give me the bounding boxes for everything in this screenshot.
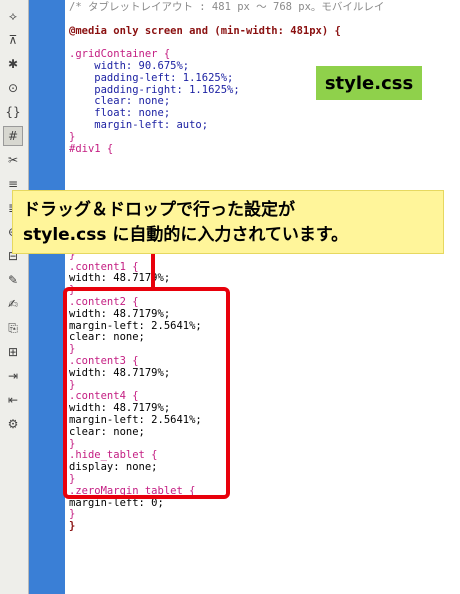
wrap-tag-icon[interactable]: ✍ bbox=[3, 294, 23, 314]
code-line[interactable]: 131} bbox=[65, 509, 460, 521]
file-name-label: style.css bbox=[316, 66, 422, 100]
code-text: margin-left: 0; bbox=[69, 496, 164, 509]
code-text: #div1 { bbox=[69, 142, 114, 155]
line-numbers-icon[interactable]: # bbox=[3, 126, 23, 146]
code-text: /* タブレットレイアウト : 481 px ～ 768 px。モバイルレイ bbox=[69, 1, 385, 13]
select-parent-icon[interactable]: ⊙ bbox=[3, 78, 23, 98]
line-number-gutter bbox=[29, 0, 65, 594]
collapse-icon[interactable]: ⊼ bbox=[3, 30, 23, 50]
code-text: @media only screen and (min-width: 481px… bbox=[69, 24, 341, 37]
code-line[interactable]: 98 margin-left: auto; bbox=[65, 119, 460, 132]
code-line[interactable]: 130margin-left: 0; bbox=[65, 496, 460, 510]
collapse-all-icon[interactable]: ✱ bbox=[3, 54, 23, 74]
code-line[interactable]: 100#div1 { bbox=[65, 142, 460, 156]
code-text: margin-left: auto; bbox=[69, 119, 209, 131]
expand-icon[interactable]: ⟡ bbox=[3, 6, 23, 26]
code-line[interactable]: 111width: 48.7179%; bbox=[65, 273, 460, 285]
code-line[interactable]: 102 bbox=[65, 167, 460, 179]
balance-braces-icon[interactable]: {} bbox=[3, 102, 23, 122]
callout-line-2: style.css に自動的に入力されています。 bbox=[23, 225, 349, 245]
callout-connector bbox=[151, 254, 155, 288]
move-css-icon[interactable]: ⊞ bbox=[3, 342, 23, 362]
highlight-box bbox=[63, 287, 230, 499]
code-line[interactable]: 99} bbox=[65, 130, 460, 144]
code-text: } bbox=[69, 130, 76, 143]
outdent-icon[interactable]: ⇤ bbox=[3, 390, 23, 410]
uncomment-icon[interactable]: ✎ bbox=[3, 270, 23, 290]
indent-icon[interactable]: ⇥ bbox=[3, 366, 23, 386]
code-line[interactable]: 101 bbox=[65, 155, 460, 167]
format-source-icon[interactable]: ⚙ bbox=[3, 414, 23, 434]
callout-line-1: ドラッグ＆ドロップで行った設定が bbox=[23, 200, 295, 220]
code-line[interactable]: 89 bbox=[65, 14, 460, 26]
annotation-callout: ドラッグ＆ドロップで行った設定が style.css に自動的に入力されています… bbox=[12, 190, 444, 254]
code-text: } bbox=[69, 520, 76, 533]
code-text: padding-left: 1.1625%; bbox=[69, 71, 234, 84]
code-line[interactable]: 88/* タブレットレイアウト : 481 px ～ 768 px。モバイルレイ bbox=[65, 1, 460, 14]
recent-snippets-icon[interactable]: ⎘ bbox=[3, 318, 23, 338]
code-line[interactable]: 132} bbox=[65, 520, 460, 533]
coding-toolbar: ⟡⊼✱⊙{}#✂≡≣⊕⊟✎✍⎘⊞⇥⇤⚙ bbox=[0, 0, 29, 594]
highlight-invalid-icon[interactable]: ✂ bbox=[3, 150, 23, 170]
code-line[interactable]: 90@media only screen and (min-width: 481… bbox=[65, 24, 460, 38]
